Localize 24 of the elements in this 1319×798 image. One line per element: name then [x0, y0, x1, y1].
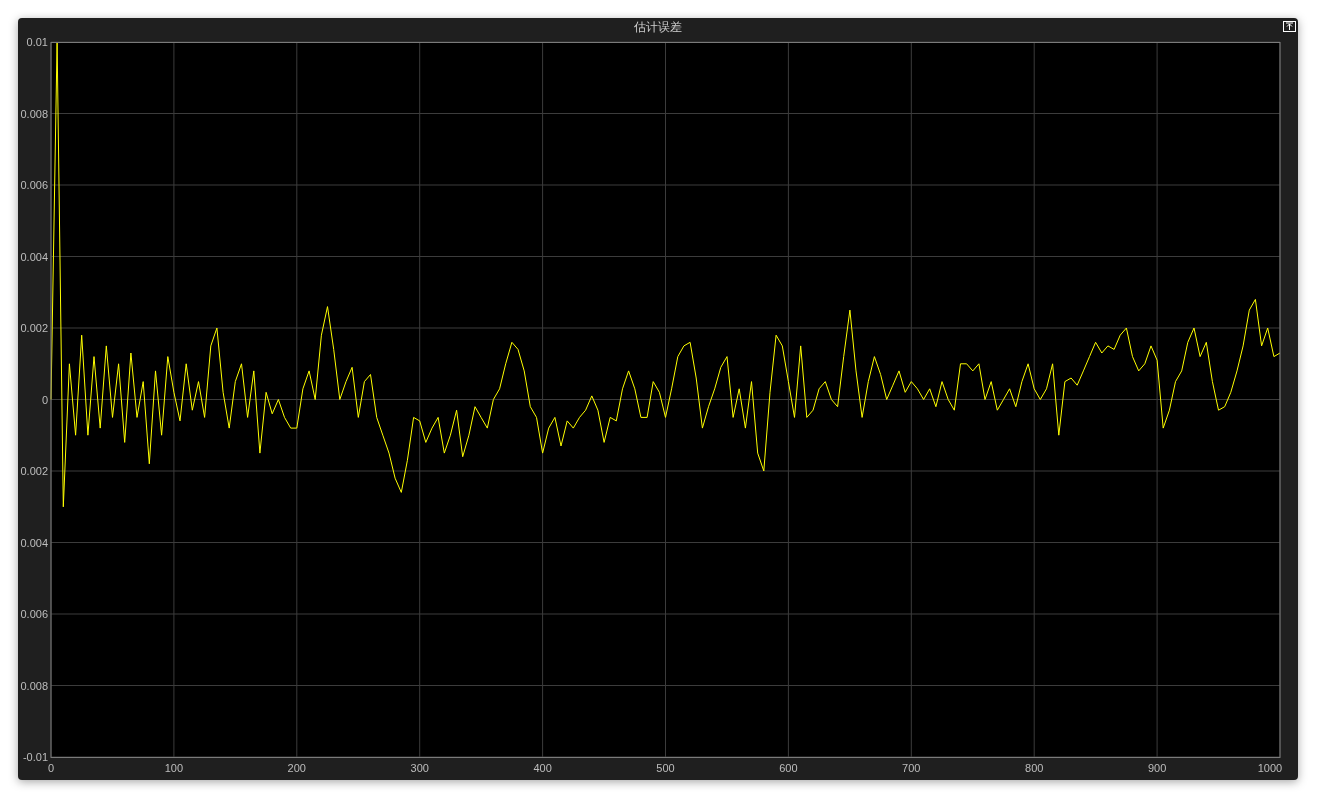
y-tick-label: 0 [41, 393, 48, 406]
x-tick-label: 700 [902, 762, 921, 774]
x-tick-label: 500 [656, 762, 675, 774]
x-tick-label: 600 [779, 762, 798, 774]
y-tick-label: 0.01 [26, 36, 48, 48]
x-tick-label: 800 [1025, 762, 1044, 774]
x-tick-label: 0 [47, 762, 55, 774]
y-tick-label: 0.004 [20, 536, 48, 549]
y-tick-label: 0.004 [20, 250, 48, 263]
x-tick-label: 900 [1147, 762, 1167, 774]
y-tick-label: -0.01 [22, 751, 48, 763]
x-tick-label: 200 [287, 762, 306, 774]
y-tick-label: 0.002 [20, 322, 48, 334]
y-tick-label: 0.008 [20, 107, 48, 120]
y-tick-label: 0.006 [20, 608, 48, 620]
y-tick-label: 0.006 [20, 179, 48, 191]
y-tick-label: 0.002 [20, 465, 48, 477]
x-tick-label: 1000 [1257, 762, 1283, 774]
box-arrow-icon[interactable] [1283, 21, 1296, 32]
window-title: 估计误差 [634, 18, 682, 36]
x-tick-label: 100 [164, 762, 184, 774]
x-tick-label: 400 [533, 762, 552, 774]
y-tick-label: 0.008 [20, 679, 48, 692]
x-tick-label: 300 [410, 762, 429, 774]
